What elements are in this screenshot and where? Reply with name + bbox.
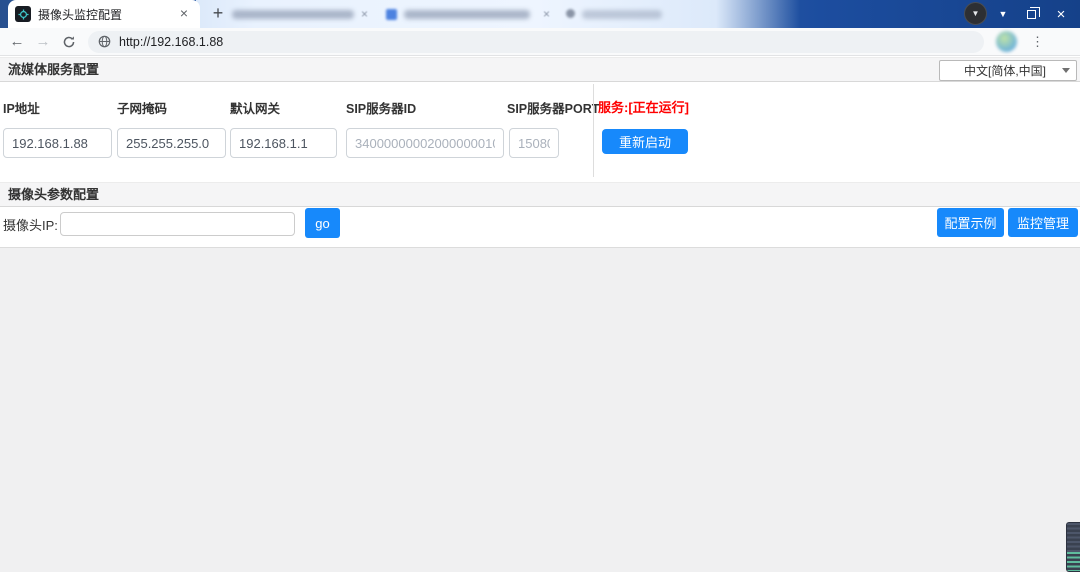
- service-status-text: 服务:[正在运行]: [598, 97, 689, 116]
- subnet-mask-label: 子网掩码: [117, 98, 167, 117]
- streaming-section-header: 流媒体服务配置 中文[简体,中国]: [0, 57, 1080, 82]
- new-tab-button[interactable]: +: [206, 3, 230, 25]
- restore-icon: [1027, 10, 1036, 19]
- content-panel: [0, 247, 1080, 572]
- language-selected-value: 中文[简体,中国]: [948, 62, 1062, 79]
- browser-toolbar: ← → http://192.168.1.88 ⋮: [0, 28, 1080, 56]
- close-icon[interactable]: ×: [361, 7, 368, 21]
- tab-close-icon[interactable]: ×: [176, 6, 192, 22]
- ip-address-label: IP地址: [3, 98, 40, 117]
- chevron-down-icon: [1062, 68, 1070, 73]
- camera-section-title: 摄像头参数配置: [0, 183, 99, 207]
- reload-icon[interactable]: [56, 33, 82, 50]
- gateway-label: 默认网关: [230, 98, 280, 117]
- window-close-button[interactable]: ×: [1046, 0, 1076, 28]
- window-restore-button[interactable]: [1016, 0, 1046, 28]
- close-icon[interactable]: ×: [543, 7, 550, 21]
- ip-address-input[interactable]: [3, 128, 112, 158]
- browser-tab-active[interactable]: 摄像头监控配置 ×: [8, 0, 200, 28]
- widget-stripes-green: [1067, 552, 1080, 572]
- restart-service-button[interactable]: 重新启动: [602, 129, 688, 154]
- forward-icon[interactable]: →: [30, 33, 56, 50]
- widget-stripes-gray: [1067, 523, 1080, 552]
- vertical-divider: [593, 84, 594, 177]
- subnet-mask-input[interactable]: [117, 128, 226, 158]
- browser-menu-icon[interactable]: ⋮: [1031, 34, 1044, 50]
- browser-update-icon[interactable]: ▼: [964, 2, 987, 25]
- monitor-manage-button[interactable]: 监控管理: [1008, 208, 1078, 237]
- back-icon[interactable]: ←: [4, 33, 30, 50]
- profile-avatar[interactable]: [996, 31, 1017, 52]
- tab-title: 摄像头监控配置: [38, 6, 176, 23]
- censored-tab[interactable]: [232, 10, 354, 19]
- censored-tab-favicon: [566, 9, 575, 18]
- config-example-button[interactable]: 配置示例: [937, 208, 1004, 237]
- globe-icon: [98, 35, 111, 48]
- streaming-section-title: 流媒体服务配置: [0, 58, 99, 82]
- camera-ip-input[interactable]: [60, 212, 295, 236]
- censored-tab[interactable]: [404, 10, 530, 19]
- sip-server-id-input[interactable]: [346, 128, 504, 158]
- window-minimize-button[interactable]: ▼: [988, 0, 1018, 28]
- censored-tab[interactable]: [582, 10, 662, 19]
- window-titlebar: × × 摄像头监控配置 × + ▼ ▼ ×: [0, 0, 1080, 28]
- url-text: http://192.168.1.88: [119, 35, 223, 49]
- sip-server-id-label: SIP服务器ID: [346, 98, 416, 117]
- censored-tabs-area: × ×: [196, 0, 800, 28]
- language-select[interactable]: 中文[简体,中国]: [939, 60, 1077, 81]
- tab-favicon-icon: [15, 6, 31, 22]
- camera-ip-label: 摄像头IP:: [3, 215, 58, 234]
- gateway-input[interactable]: [230, 128, 337, 158]
- page-content: 流媒体服务配置 中文[简体,中国] IP地址 子网掩码 默认网关 SIP服务器I…: [0, 56, 1080, 572]
- sip-server-port-label: SIP服务器PORT: [507, 98, 599, 117]
- go-button[interactable]: go: [305, 208, 340, 238]
- censored-tab-favicon: [386, 9, 397, 20]
- camera-section-header: 摄像头参数配置: [0, 182, 1080, 207]
- address-bar[interactable]: http://192.168.1.88: [88, 31, 984, 53]
- sip-server-port-input[interactable]: [509, 128, 559, 158]
- corner-widget-overlay[interactable]: [1066, 522, 1080, 572]
